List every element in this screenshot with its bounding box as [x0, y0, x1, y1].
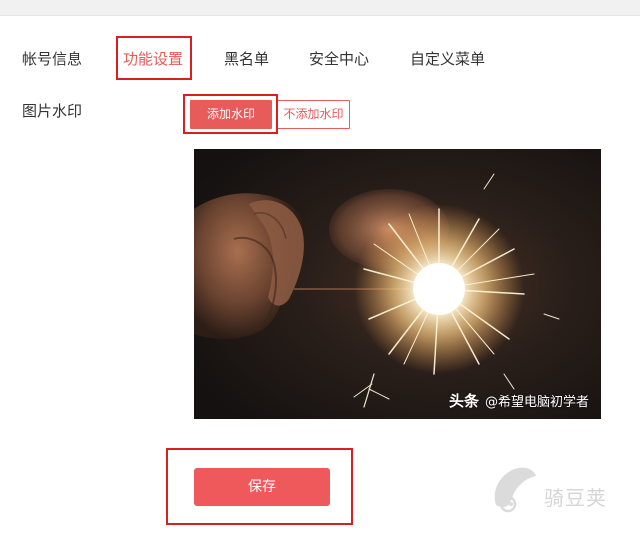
tab-custom-menu[interactable]: 自定义菜单 [410, 40, 485, 80]
top-bar [0, 0, 640, 16]
add-watermark-button[interactable]: 添加水印 [190, 100, 272, 129]
tab-security-center[interactable]: 安全中心 [309, 40, 369, 80]
tab-account-info[interactable]: 帐号信息 [22, 40, 82, 80]
tab-blacklist[interactable]: 黑名单 [224, 40, 269, 80]
site-logo-text: 骑豆荚 [544, 486, 607, 510]
watermark-username: @希望电脑初学者 [484, 395, 589, 410]
tab-feature-settings[interactable]: 功能设置 [123, 40, 183, 80]
no-watermark-button[interactable]: 不添加水印 [277, 100, 350, 129]
watermark-brand: 头条 [448, 392, 479, 410]
bean-logo-icon [494, 467, 536, 513]
image-watermark-label: 图片水印 [22, 102, 83, 120]
site-watermark-logo: 骑豆荚 [486, 460, 616, 520]
save-button[interactable]: 保存 [194, 468, 330, 506]
sparkler-photo [194, 149, 601, 419]
photo-watermark: 头条 @希望电脑初学者 [449, 390, 589, 411]
settings-tabs: 帐号信息 功能设置 黑名单 安全中心 自定义菜单 [0, 40, 640, 80]
watermark-preview-image: 头条 @希望电脑初学者 [194, 149, 601, 419]
